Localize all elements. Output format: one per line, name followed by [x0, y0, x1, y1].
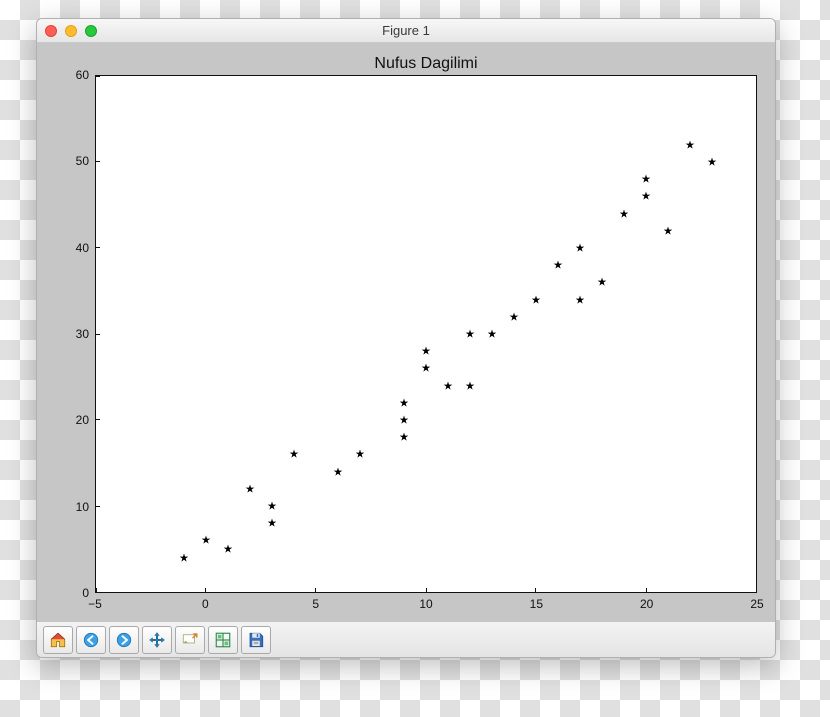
traffic-lights: [45, 25, 97, 37]
y-tick-label: 40: [76, 241, 89, 255]
scatter-marker: [642, 175, 651, 184]
subplots-button[interactable]: [208, 626, 238, 654]
back-icon: [82, 631, 100, 649]
chart-title: Nufus Dagilimi: [95, 55, 757, 73]
scatter-marker: [356, 450, 365, 459]
scatter-marker: [268, 502, 277, 511]
save-icon: [247, 631, 265, 649]
pan-icon: [148, 631, 166, 649]
scatter-marker: [334, 467, 343, 476]
y-tick-label: 50: [76, 154, 89, 168]
home-icon: [49, 631, 67, 649]
x-axis: −50510152025: [95, 593, 757, 615]
y-tick-label: 20: [76, 413, 89, 427]
scatter-marker: [554, 261, 563, 270]
x-tick-label: 20: [640, 597, 653, 611]
y-tick-mark: [95, 334, 100, 335]
subplots-icon: [214, 631, 232, 649]
scatter-marker: [400, 398, 409, 407]
x-tick-label: 5: [312, 597, 319, 611]
y-tick-mark: [95, 161, 100, 162]
scatter-marker: [224, 545, 233, 554]
back-button[interactable]: [76, 626, 106, 654]
scatter-marker: [620, 209, 629, 218]
x-tick-label: −5: [88, 597, 102, 611]
scatter-marker: [180, 553, 189, 562]
scatter-marker: [642, 192, 651, 201]
toolbar: [37, 621, 775, 657]
save-button[interactable]: [241, 626, 271, 654]
scatter-marker: [532, 295, 541, 304]
scatter-marker: [466, 330, 475, 339]
titlebar: Figure 1: [37, 19, 775, 43]
scatter-marker: [422, 364, 431, 373]
scatter-marker: [400, 433, 409, 442]
y-tick-mark: [95, 76, 100, 77]
zoom-button[interactable]: [175, 626, 205, 654]
close-icon[interactable]: [45, 25, 57, 37]
scatter-marker: [202, 536, 211, 545]
home-button[interactable]: [43, 626, 73, 654]
x-tick-label: 15: [530, 597, 543, 611]
x-tick-label: 0: [202, 597, 209, 611]
zoom-icon: [181, 631, 199, 649]
y-tick-mark: [95, 247, 100, 248]
scatter-marker: [444, 381, 453, 390]
scatter-marker: [686, 140, 695, 149]
figure-window: Figure 1 Nufus Dagilimi 0 10 20 30 40 50 60 −5…: [36, 18, 776, 658]
scatter-marker: [400, 416, 409, 425]
window-title: Figure 1: [37, 23, 775, 38]
scatter-marker: [466, 381, 475, 390]
forward-button[interactable]: [109, 626, 139, 654]
x-tick-label: 25: [750, 597, 763, 611]
scatter-marker: [268, 519, 277, 528]
y-tick-mark: [95, 419, 100, 420]
scatter-marker: [664, 226, 673, 235]
pan-button[interactable]: [142, 626, 172, 654]
scatter-marker: [246, 484, 255, 493]
plot-area[interactable]: [95, 75, 757, 593]
minimize-icon[interactable]: [65, 25, 77, 37]
scatter-marker: [576, 295, 585, 304]
scatter-marker: [510, 312, 519, 321]
plot-row: 0102030405060: [55, 75, 757, 593]
forward-icon: [115, 631, 133, 649]
scatter-marker: [598, 278, 607, 287]
y-tick-label: 60: [76, 68, 89, 82]
scatter-marker: [488, 330, 497, 339]
scatter-marker: [576, 244, 585, 253]
scatter-marker: [422, 347, 431, 356]
y-tick-label: 10: [76, 500, 89, 514]
maximize-icon[interactable]: [85, 25, 97, 37]
figure-content: Nufus Dagilimi 0102030405060 −5051015202…: [37, 43, 775, 621]
y-axis: 0102030405060: [55, 75, 95, 593]
y-tick-label: 30: [76, 327, 89, 341]
scatter-marker: [708, 158, 717, 167]
y-tick-mark: [95, 506, 100, 507]
scatter-marker: [290, 450, 299, 459]
plot-wrap: 0102030405060 −50510152025: [55, 75, 757, 615]
x-tick-label: 10: [419, 597, 432, 611]
